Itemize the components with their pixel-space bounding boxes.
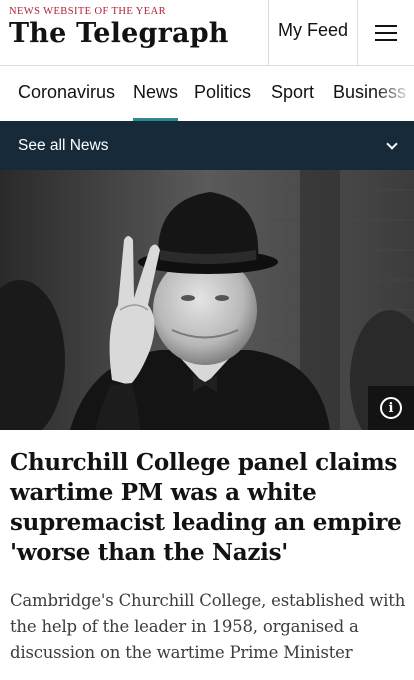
info-icon: i bbox=[380, 397, 402, 419]
my-feed-button[interactable]: My Feed bbox=[268, 0, 358, 66]
hero-photo bbox=[0, 170, 414, 430]
hero-image[interactable]: i bbox=[0, 170, 414, 430]
nav-scroll-fade bbox=[374, 66, 414, 121]
article-headline[interactable]: Churchill College panel claims wartime P… bbox=[10, 448, 406, 568]
chevron-down-icon bbox=[386, 137, 398, 150]
see-all-news-label: See all News bbox=[18, 136, 109, 154]
tab-politics[interactable]: Politics bbox=[194, 82, 251, 121]
article-standfirst: Cambridge's Churchill College, establish… bbox=[10, 591, 406, 662]
award-tagline: NEWS WEBSITE OF THE YEAR bbox=[9, 6, 166, 17]
tab-news[interactable]: News bbox=[133, 82, 179, 121]
telegraph-logo-link[interactable]: NEWS WEBSITE OF THE YEAR The Telegraph bbox=[9, 6, 229, 50]
section-nav: Coronavirus News Politics Sport Business bbox=[0, 66, 414, 121]
menu-button[interactable] bbox=[358, 0, 414, 66]
tab-sport[interactable]: Sport bbox=[271, 82, 314, 121]
telegraph-logo: The Telegraph bbox=[9, 18, 229, 49]
tab-coronavirus[interactable]: Coronavirus bbox=[18, 82, 115, 121]
see-all-news-bar[interactable]: See all News bbox=[0, 121, 414, 170]
image-info-button[interactable]: i bbox=[368, 386, 414, 430]
masthead: NEWS WEBSITE OF THE YEAR The Telegraph M… bbox=[0, 0, 414, 66]
hamburger-menu-icon bbox=[375, 25, 397, 41]
